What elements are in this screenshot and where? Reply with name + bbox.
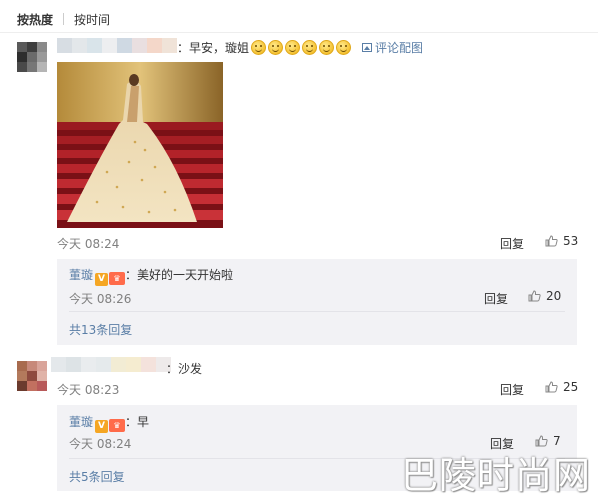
like-count: 53 bbox=[563, 234, 579, 248]
smiley-icon bbox=[285, 40, 301, 55]
comment-timestamp: 今天 08:24 bbox=[57, 237, 120, 251]
reply-text: 董璇 V ♛ ：美好的一天开始啦 bbox=[69, 268, 234, 286]
like-button[interactable]: 20 bbox=[528, 289, 561, 303]
divider bbox=[69, 311, 565, 312]
member-crown-icon: ♛ bbox=[109, 419, 126, 432]
comment-image-link[interactable]: 评论配图 bbox=[362, 39, 423, 56]
site-watermark: 巴陵时尚网 bbox=[401, 454, 591, 497]
thumbs-up-icon bbox=[528, 290, 541, 302]
smiley-icon bbox=[302, 40, 318, 55]
view-all-replies-link[interactable]: 共13条回复 bbox=[69, 321, 132, 338]
username-blurred[interactable] bbox=[51, 357, 171, 372]
thumbs-up-icon bbox=[545, 381, 558, 393]
like-count: 25 bbox=[563, 380, 579, 394]
tab-separator bbox=[63, 13, 65, 25]
thumbs-up-icon bbox=[545, 235, 558, 247]
like-count: 20 bbox=[546, 289, 562, 303]
tab-sort-by-hot[interactable]: 按热度 bbox=[17, 11, 53, 28]
avatar[interactable] bbox=[17, 361, 47, 391]
reply-timestamp: 今天 08:26 bbox=[69, 292, 132, 306]
like-button[interactable]: 53 bbox=[545, 234, 578, 248]
view-all-replies-link[interactable]: 共5条回复 bbox=[69, 468, 125, 485]
smiley-icon bbox=[336, 40, 352, 55]
tab-sort-by-time[interactable]: 按时间 bbox=[74, 11, 110, 28]
verified-badge-icon: V bbox=[95, 273, 109, 286]
verified-badge-icon: V bbox=[95, 420, 109, 433]
image-icon bbox=[362, 43, 372, 52]
comment-text: ：早安，璇姐 bbox=[177, 39, 352, 56]
reply-timestamp: 今天 08:24 bbox=[69, 437, 132, 451]
reply-author-name[interactable]: 董璇 bbox=[69, 268, 93, 282]
divider bbox=[0, 32, 598, 33]
reply-text: 董璇 V ♛ ：早 bbox=[69, 415, 150, 433]
avatar[interactable] bbox=[17, 42, 47, 72]
sort-tabs: 按热度 按时间 bbox=[17, 8, 110, 30]
member-crown-icon: ♛ bbox=[109, 272, 126, 285]
comment-timestamp: 今天 08:23 bbox=[57, 383, 120, 397]
like-button[interactable]: 25 bbox=[545, 380, 578, 394]
comment-image[interactable] bbox=[57, 62, 223, 228]
reply-button[interactable]: 回复 bbox=[484, 290, 508, 307]
smiley-icon bbox=[319, 40, 335, 55]
reply-author-name[interactable]: 董璇 bbox=[69, 415, 93, 429]
comment-text: ：沙发 bbox=[166, 362, 203, 376]
smiley-icon bbox=[268, 40, 284, 55]
reply-button[interactable]: 回复 bbox=[500, 235, 524, 252]
smiley-icon bbox=[251, 40, 267, 55]
gown-staircase-photo bbox=[57, 62, 223, 228]
reply-button[interactable]: 回复 bbox=[500, 381, 524, 398]
username-blurred[interactable] bbox=[57, 38, 177, 53]
